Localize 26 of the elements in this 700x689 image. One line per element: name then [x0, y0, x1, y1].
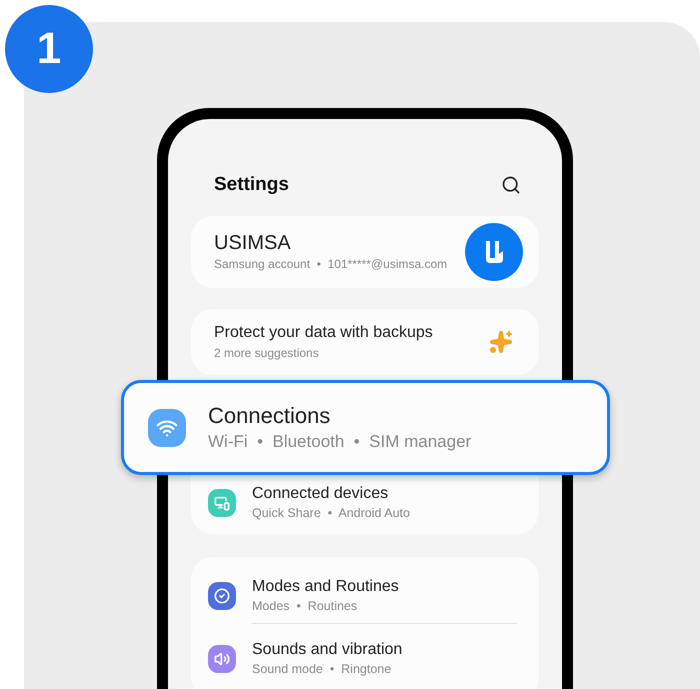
item-title: Modes and Routines [252, 576, 399, 596]
item-subtitle: Modes • Routines [252, 598, 358, 614]
highlighted-item-title: Connections [208, 402, 332, 430]
step-badge: 1 [5, 5, 93, 93]
account-card[interactable]: USIMSA Samsung account • 101*****@usimsa.com [191, 216, 539, 288]
item-title: Connected devices [252, 484, 390, 504]
settings-item[interactable]: Sounds and vibration Sound mode • Ringtone [191, 632, 539, 686]
sparkles-icon [489, 330, 513, 354]
item-subtitle: Quick Share • Android Auto [252, 504, 410, 522]
highlighted-settings-item[interactable]: Connections Wi-Fi • Bluetooth • SIM manager [121, 380, 610, 475]
item-title: Sounds and vibration [252, 640, 402, 660]
settings-item[interactable]: Connected devices Quick Share • Android Auto [191, 476, 539, 530]
highlighted-item-subtitle: Wi-Fi • Bluetooth • SIM manager [208, 430, 472, 452]
search-icon[interactable] [501, 175, 521, 196]
wifi-icon [148, 408, 186, 446]
account-logo-icon [465, 222, 523, 280]
item-subtitle: Sound mode • Ringtone [252, 660, 392, 678]
suggestion-card[interactable]: Protect your data with backups 2 more suggestions [191, 308, 539, 374]
screen-title: Settings [214, 173, 289, 197]
suggestion-subtitle: 2 more suggestions [214, 344, 320, 362]
account-name: USIMSA [214, 230, 292, 254]
settings-item[interactable]: Modes and Routines Modes • Routines [191, 568, 539, 622]
account-detail: Samsung account • 101*****@usimsa.com [214, 256, 448, 272]
suggestion-title: Protect your data with backups [214, 322, 433, 342]
speaker-icon [208, 644, 236, 672]
devices-icon [208, 488, 236, 516]
